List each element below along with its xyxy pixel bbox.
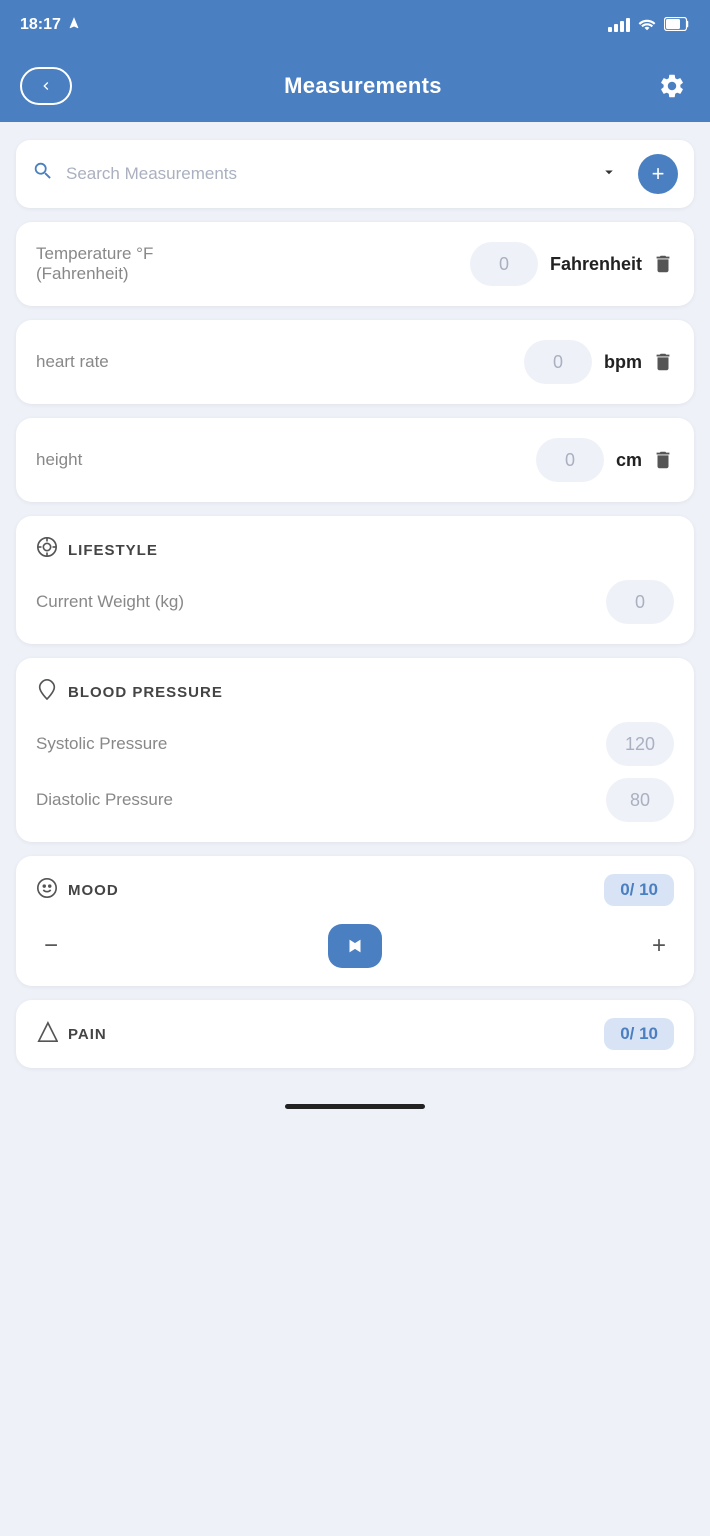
- home-bar: [285, 1104, 425, 1109]
- chevron-down-icon[interactable]: [600, 163, 618, 186]
- temperature-label: Temperature °F(Fahrenheit): [36, 244, 470, 284]
- mood-title: MOOD: [68, 882, 119, 899]
- heart-rate-unit: bpm: [604, 352, 642, 373]
- back-button[interactable]: [20, 67, 72, 105]
- mood-slider-thumb[interactable]: [328, 924, 382, 968]
- height-card: height 0 cm: [16, 418, 694, 502]
- mood-decrease-button[interactable]: −: [36, 932, 66, 960]
- diastolic-value[interactable]: 80: [606, 778, 674, 822]
- heart-rate-delete-button[interactable]: [652, 351, 674, 373]
- diastolic-row: Diastolic Pressure 80: [36, 778, 674, 822]
- pain-title: PAIN: [68, 1026, 107, 1043]
- mood-increase-button[interactable]: +: [644, 932, 674, 960]
- wifi-icon: [638, 17, 656, 34]
- mood-icon: [36, 877, 58, 904]
- pain-icon: [36, 1021, 58, 1048]
- diastolic-label: Diastolic Pressure: [36, 790, 606, 810]
- blood-pressure-section: BLOOD PRESSURE Systolic Pressure 120 Dia…: [16, 658, 694, 842]
- mood-score: 0/ 10: [604, 874, 674, 906]
- navigation-arrow-icon: [67, 16, 81, 35]
- lifestyle-section: LIFESTYLE Current Weight (kg) 0: [16, 516, 694, 644]
- blood-pressure-title: BLOOD PRESSURE: [68, 684, 223, 701]
- weight-value[interactable]: 0: [606, 580, 674, 624]
- height-delete-button[interactable]: [652, 449, 674, 471]
- signal-icon: [608, 18, 630, 32]
- systolic-value[interactable]: 120: [606, 722, 674, 766]
- height-unit: cm: [616, 450, 642, 471]
- search-icon: [32, 160, 54, 188]
- systolic-row: Systolic Pressure 120: [36, 722, 674, 766]
- lifestyle-icon: [36, 536, 58, 564]
- page-title: Measurements: [284, 73, 442, 99]
- pain-section: PAIN 0/ 10: [16, 1000, 694, 1068]
- heart-rate-label: heart rate: [36, 352, 524, 372]
- status-bar: 18:17: [0, 0, 710, 50]
- height-value[interactable]: 0: [536, 438, 604, 482]
- weight-row: Current Weight (kg) 0: [36, 580, 674, 624]
- add-measurement-button[interactable]: +: [638, 154, 678, 194]
- weight-label: Current Weight (kg): [36, 592, 606, 612]
- heart-rate-card: heart rate 0 bpm: [16, 320, 694, 404]
- lifestyle-title: LIFESTYLE: [68, 542, 158, 559]
- search-placeholder[interactable]: Search Measurements: [66, 164, 588, 184]
- temperature-value[interactable]: 0: [470, 242, 538, 286]
- main-content: Search Measurements + Temperature °F(Fah…: [0, 122, 710, 1086]
- pain-score: 0/ 10: [604, 1018, 674, 1050]
- blood-pressure-icon: [36, 678, 58, 706]
- temperature-delete-button[interactable]: [652, 253, 674, 275]
- home-indicator: [0, 1086, 710, 1117]
- heart-rate-value[interactable]: 0: [524, 340, 592, 384]
- settings-button[interactable]: [654, 68, 690, 104]
- temperature-card: Temperature °F(Fahrenheit) 0 Fahrenheit: [16, 222, 694, 306]
- height-label: height: [36, 450, 536, 470]
- battery-icon: [664, 17, 690, 34]
- temperature-unit: Fahrenheit: [550, 254, 642, 275]
- status-time: 18:17: [20, 16, 61, 34]
- search-bar: Search Measurements +: [16, 140, 694, 208]
- app-header: Measurements: [0, 50, 710, 122]
- mood-section: MOOD 0/ 10 − +: [16, 856, 694, 986]
- systolic-label: Systolic Pressure: [36, 734, 606, 754]
